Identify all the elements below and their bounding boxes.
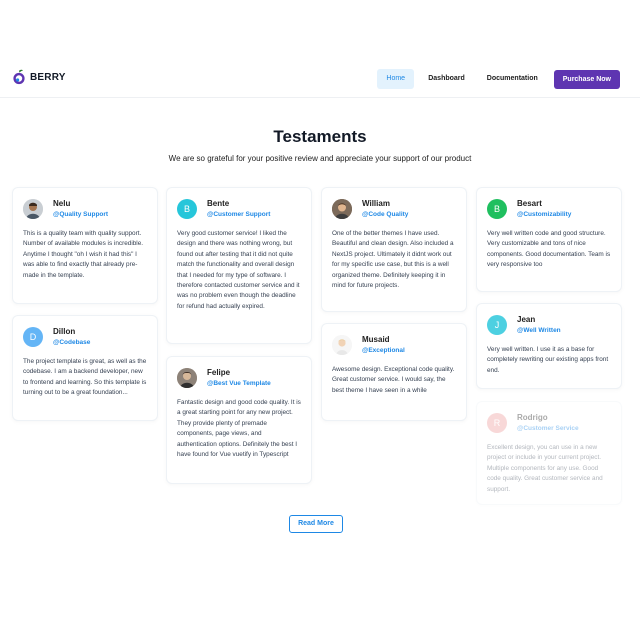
author-handle: @Quality Support — [53, 211, 109, 218]
author-handle: @Well Written — [517, 327, 561, 334]
testimonial-text: Excellent design, you can use in a new p… — [487, 444, 603, 493]
author-handle: @Customer Support — [207, 211, 271, 218]
author-name: Dillon — [53, 327, 76, 336]
author-name: Felipe — [207, 368, 231, 377]
author-handle: @Code Quality — [362, 211, 409, 218]
testimonial-text: Awesome design. Exceptional code quality… — [332, 366, 455, 394]
author-name: Rodrigo — [517, 413, 548, 422]
berry-logo-icon — [12, 69, 26, 85]
section-subtitle: We are so grateful for your positive rev… — [168, 154, 472, 163]
avatar-photo — [332, 335, 352, 355]
testimonial-card-william: William @Code Quality One of the better … — [321, 187, 467, 312]
logo-text: BERRY — [30, 71, 66, 83]
author-name: Besart — [517, 199, 542, 208]
author-name: Nelu — [53, 199, 71, 208]
author-handle: @Codebase — [53, 339, 91, 346]
avatar-initial: D — [23, 327, 43, 347]
testimonial-text: Very well written code and good structur… — [487, 230, 611, 269]
testimonial-text: One of the better themes I have used. Be… — [332, 230, 454, 290]
testimonial-card-felipe: Felipe @Best Vue Template Fantastic desi… — [166, 356, 312, 484]
author-handle: @Exceptional — [362, 347, 405, 354]
testimonial-card-nelu: Nelu @Quality Support This is a quality … — [12, 187, 158, 304]
author-name: Bente — [207, 199, 230, 208]
avatar-initial: J — [487, 315, 507, 335]
nav-documentation-button[interactable]: Documentation — [479, 69, 546, 89]
testimonial-text: Very well written. I use it as a base fo… — [487, 346, 609, 374]
avatar-photo — [177, 368, 197, 388]
nav-dashboard-button[interactable]: Dashboard — [420, 69, 473, 89]
testimonial-text: Fantastic design and good code quality. … — [177, 399, 301, 459]
author-name: Musaid — [362, 335, 390, 344]
testimonial-card-bente: B Bente @Customer Support Very good cust… — [166, 187, 312, 344]
avatar-initial: R — [487, 413, 507, 433]
testimonial-card-musaid: Musaid @Exceptional Awesome design. Exce… — [321, 323, 467, 421]
avatar-photo — [23, 199, 43, 219]
testimonial-card-rodrigo: R Rodrigo @Customer Service Excellent de… — [476, 401, 622, 505]
app-header: BERRY Home Dashboard Documentation Purch… — [0, 60, 640, 98]
avatar-initial: B — [487, 199, 507, 219]
author-name: William — [362, 199, 390, 208]
testimonial-text: Very good customer service! I liked the … — [177, 230, 300, 310]
testimonial-text: The project template is great, as well a… — [23, 358, 147, 397]
testimonial-text: This is a quality team with quality supp… — [23, 230, 144, 279]
avatar-initial: B — [177, 199, 197, 219]
author-handle: @Customizability — [517, 211, 572, 218]
logo[interactable]: BERRY — [12, 69, 66, 85]
author-handle: @Customer Service — [517, 425, 579, 432]
nav-home-button[interactable]: Home — [377, 69, 415, 89]
testimonial-card-besart: B Besart @Customizability Very well writ… — [476, 187, 622, 292]
purchase-now-button[interactable]: Purchase Now — [553, 69, 620, 89]
avatar-photo — [332, 199, 352, 219]
testimonial-card-jean: J Jean @Well Written Very well written. … — [476, 303, 622, 389]
top-nav: Home Dashboard Documentation Purchase No… — [377, 69, 620, 89]
author-handle: @Best Vue Template — [207, 380, 271, 387]
read-more-button[interactable]: Read More — [289, 515, 343, 533]
author-name: Jean — [517, 315, 536, 324]
testimonial-card-dillon: D Dillon @Codebase The project template … — [12, 315, 158, 421]
section-title: Testaments — [273, 127, 367, 146]
